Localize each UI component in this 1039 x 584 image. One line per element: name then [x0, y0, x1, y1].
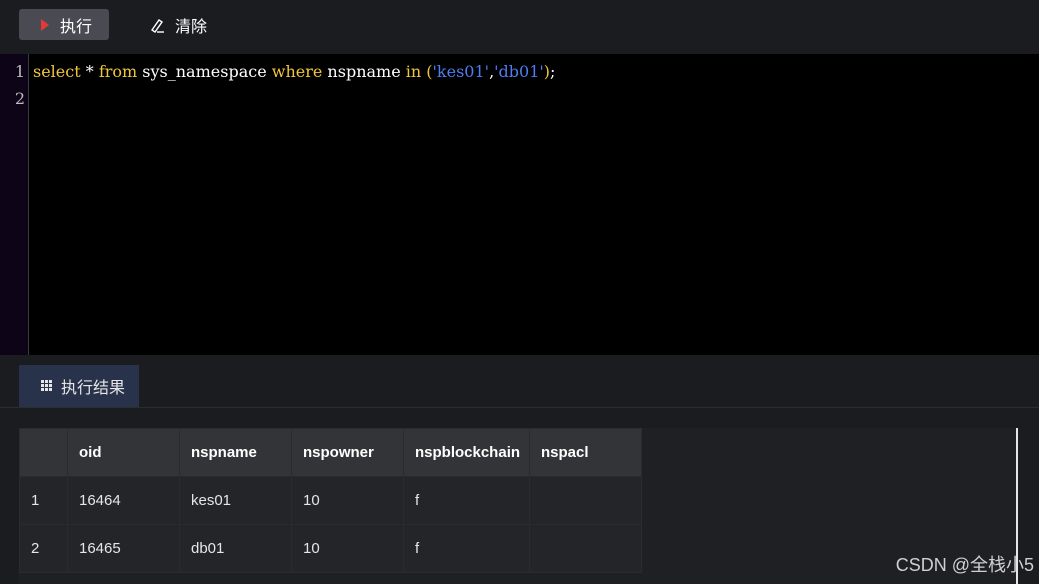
nspblockchain-cell[interactable]: f — [403, 476, 530, 525]
toolbar: 执行 清除 — [0, 0, 1039, 54]
table-header-row: oid nspname nspowner nspblockchain nspac… — [19, 428, 642, 477]
column-header-index[interactable] — [19, 428, 68, 477]
row-index-cell[interactable]: 1 — [19, 476, 68, 525]
code-column-name: nspname — [322, 62, 406, 81]
keyword-from: from — [98, 62, 138, 81]
nspname-cell[interactable]: kes01 — [179, 476, 292, 525]
nspacl-cell[interactable] — [529, 476, 642, 525]
line-number: 1 — [14, 62, 25, 81]
play-icon — [41, 18, 49, 31]
code-semicolon: ; — [550, 62, 556, 81]
column-header-nspowner[interactable]: nspowner — [291, 428, 404, 477]
code-string-db01: 'db01' — [494, 62, 544, 81]
nspname-cell[interactable]: db01 — [179, 524, 292, 573]
oid-cell[interactable]: 16464 — [67, 476, 180, 525]
clear-button[interactable]: 清除 — [149, 9, 229, 40]
line-number: 2 — [14, 89, 25, 108]
column-header-nspblockchain[interactable]: nspblockchain — [403, 428, 530, 477]
column-header-nspacl[interactable]: nspacl — [529, 428, 642, 477]
code-line-1[interactable]: select * from sys_namespace where nspnam… — [33, 62, 555, 81]
watermark: CSDN @全栈小5 — [895, 555, 1034, 575]
result-tabs-bar: 执行结果 — [0, 355, 1039, 408]
line-number-gutter: 1 2 — [0, 54, 29, 355]
table-row[interactable]: 1 16464 kes01 10 f — [19, 476, 642, 525]
sql-editor[interactable]: 1 2 select * from sys_namespace where ns… — [0, 54, 1039, 355]
code-star: * — [80, 62, 99, 81]
nspacl-cell[interactable] — [529, 524, 642, 573]
code-table-name: sys_namespace — [137, 62, 272, 81]
table-row[interactable]: 2 16465 db01 10 f — [19, 524, 642, 573]
row-index-cell[interactable]: 2 — [19, 524, 68, 573]
nspowner-cell[interactable]: 10 — [291, 476, 404, 525]
nspblockchain-cell[interactable]: f — [403, 524, 530, 573]
result-grid: oid nspname nspowner nspblockchain nspac… — [19, 428, 1018, 584]
code-string-kes01: 'kes01' — [432, 62, 490, 81]
run-button-label: 执行 — [60, 16, 93, 36]
tab-execution-result-label: 执行结果 — [61, 378, 126, 397]
column-header-nspname[interactable]: nspname — [179, 428, 292, 477]
grid-icon — [41, 380, 53, 392]
keyword-select: select — [33, 62, 81, 81]
nspowner-cell[interactable]: 10 — [291, 524, 404, 573]
tab-execution-result[interactable]: 执行结果 — [19, 365, 139, 407]
clear-button-label: 清除 — [175, 16, 208, 36]
column-header-oid[interactable]: oid — [67, 428, 180, 477]
keyword-in: in — [405, 62, 422, 81]
keyword-where: where — [271, 62, 323, 81]
eraser-icon — [151, 18, 164, 33]
oid-cell[interactable]: 16465 — [67, 524, 180, 573]
result-table: oid nspname nspowner nspblockchain nspac… — [19, 428, 642, 573]
run-button[interactable]: 执行 — [19, 9, 109, 40]
